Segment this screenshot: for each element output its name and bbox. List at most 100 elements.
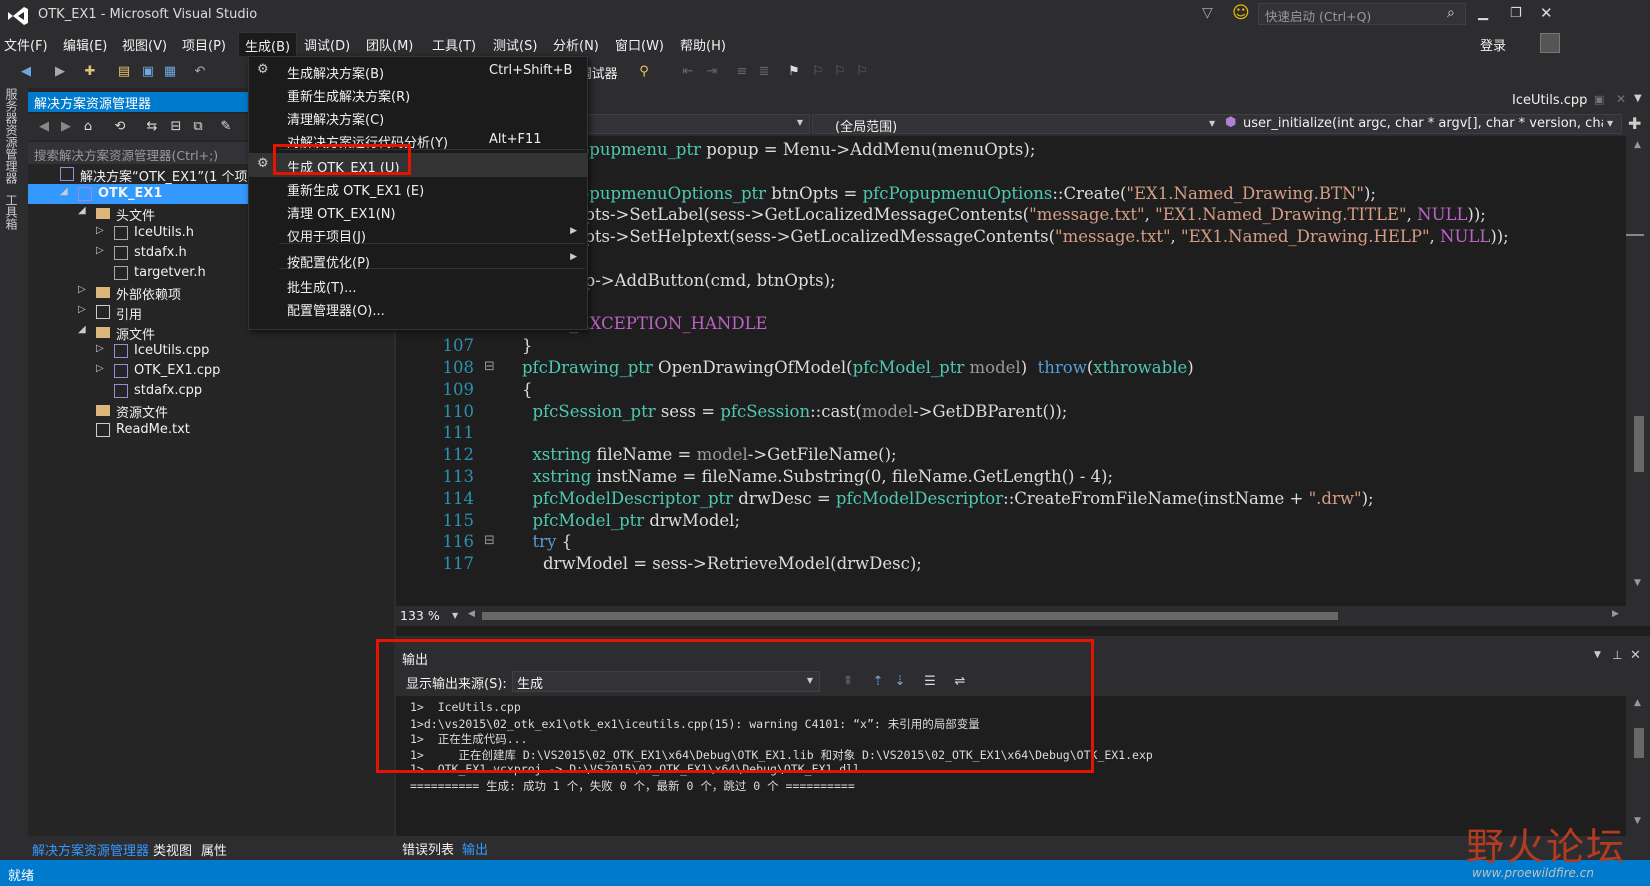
next-bookmark-icon[interactable]: ⚐ — [832, 64, 848, 80]
panel-pin-icon[interactable]: ⊥ — [1612, 648, 1622, 662]
close-button[interactable]: ✕ — [1540, 4, 1553, 22]
tab-output[interactable]: 输出 — [462, 839, 488, 858]
properties-wrench-icon[interactable]: ✎ — [218, 119, 234, 135]
uncomment-icon[interactable]: ≣ — [756, 64, 772, 80]
menu-analyze[interactable]: 分析(N) — [553, 35, 599, 54]
output-scrollbar[interactable]: ▲ ▼ — [1626, 696, 1650, 836]
prev-bookmark-icon[interactable]: ⚐ — [810, 64, 826, 80]
save-icon[interactable]: ▣ — [140, 64, 156, 80]
menu-debug[interactable]: 调试(D) — [304, 35, 350, 54]
menu-file[interactable]: 文件(F) — [4, 35, 48, 54]
quick-launch-input[interactable]: 快速启动 (Ctrl+Q) ⌕ — [1258, 3, 1466, 25]
server-explorer-tab[interactable]: 服务器资源管理器 — [4, 88, 20, 184]
tree-item[interactable]: ReadMe.txt — [28, 420, 394, 440]
tab-solution-explorer[interactable]: 解决方案资源管理器 — [32, 840, 149, 859]
code-line[interactable]: 110 pfcSession_ptr sess = pfcSession::ca… — [396, 402, 1626, 425]
tab-class-view[interactable]: 类视图 — [153, 840, 192, 859]
build-menu-item[interactable]: 生成解决方案(B) Ctrl+Shift+B ⚙ — [249, 59, 587, 83]
menu-team[interactable]: 团队(M) — [366, 35, 413, 54]
scope-dropdown[interactable]: (全局范围) ▼ ⬢ user_initialize(int argc, cha… — [812, 114, 1622, 134]
feedback-smiley-icon[interactable]: ☺ — [1232, 3, 1250, 23]
search-icon[interactable]: ⌕ — [1447, 5, 1455, 21]
horizontal-scroll-thumb[interactable] — [482, 612, 1338, 620]
scroll-right-icon[interactable]: ▶ — [1612, 609, 1619, 619]
panel-close-icon[interactable]: ✕ — [1630, 648, 1641, 663]
scroll-down-icon[interactable]: ▼ — [1634, 578, 1641, 588]
code-line[interactable]: 108 pfcDrawing_ptr OpenDrawingOfModel(pfc… — [396, 358, 1626, 381]
build-menu-item[interactable]: 配置管理器(O)... — [249, 296, 587, 320]
save-all-icon[interactable]: ▦ — [162, 64, 178, 80]
code-line[interactable]: 109 { — [396, 380, 1626, 403]
tree-item[interactable]: stdafx.cpp — [28, 381, 394, 401]
output-scroll-thumb[interactable] — [1634, 728, 1644, 758]
navigate-back-icon[interactable]: ◀ — [18, 64, 34, 80]
filter-icon[interactable]: ▽ — [1202, 5, 1213, 21]
code-line[interactable]: 114 pfcModelDescriptor_ptr drwDesc = pfc… — [396, 489, 1626, 512]
project-dropdown[interactable]: ▼ — [580, 114, 810, 134]
find-in-files-icon[interactable]: ⚲ — [636, 64, 652, 80]
menu-help[interactable]: 帮助(H) — [680, 35, 726, 54]
panel-menu-icon[interactable]: ▼ — [1594, 650, 1601, 660]
collapse-all-icon[interactable]: ⊟ — [168, 119, 184, 135]
menu-edit[interactable]: 编辑(E) — [63, 35, 107, 54]
tree-item[interactable]: ▷ OTK_EX1.cpp — [28, 361, 394, 381]
pending-changes-icon[interactable]: ⟲ — [112, 119, 128, 135]
build-menu-item[interactable]: 批生成(T)... — [249, 273, 587, 297]
open-file-icon[interactable]: ▤ — [116, 64, 132, 80]
expand-arrow-icon[interactable]: ◢ — [78, 205, 86, 216]
menu-window[interactable]: 窗口(W) — [615, 35, 664, 54]
back-icon[interactable]: ◀ — [36, 119, 52, 135]
build-menu-item[interactable]: 清理 OTK_EX1(N) — [249, 199, 587, 223]
build-menu-item[interactable]: 清理解决方案(C) — [249, 105, 587, 129]
bookmark-icon[interactable]: ⚑ — [786, 64, 802, 80]
forward-icon[interactable]: ▶ — [58, 119, 74, 135]
tree-item[interactable]: 资源文件 — [28, 400, 394, 421]
editor-vertical-scrollbar[interactable]: ▲ ▼ — [1626, 136, 1650, 606]
expand-arrow-icon[interactable]: ◢ — [60, 186, 68, 197]
build-menu-item[interactable]: 按配置优化(P) ▶ — [249, 248, 587, 272]
expand-arrow-icon[interactable]: ▷ — [78, 304, 86, 315]
code-line[interactable]: 115 pfcModel_ptr drwModel; — [396, 511, 1626, 534]
menu-view[interactable]: 视图(V) — [122, 35, 167, 54]
expand-arrow-icon[interactable]: ▷ — [96, 225, 104, 236]
toolbox-tab[interactable]: 工具箱 — [4, 194, 20, 230]
login-link[interactable]: 登录 — [1480, 35, 1506, 54]
tree-item[interactable]: ▷ IceUtils.cpp — [28, 341, 394, 361]
build-menu-item[interactable]: 仅用于项目(J) ▶ — [249, 222, 587, 246]
code-line[interactable]: 113 xstring instName = fileName.Substrin… — [396, 467, 1626, 490]
code-line[interactable]: 107} — [396, 336, 1626, 359]
zoom-dropdown-icon[interactable]: ▼ — [452, 611, 458, 620]
scroll-thumb[interactable] — [1634, 416, 1644, 472]
expand-arrow-icon[interactable]: ▷ — [78, 284, 86, 295]
output-scroll-up-icon[interactable]: ▲ — [1634, 698, 1641, 708]
sync-icon[interactable]: ⇆ — [144, 119, 160, 135]
expand-arrow-icon[interactable]: ▷ — [96, 343, 104, 354]
menu-build[interactable]: 生成(B) — [238, 32, 298, 56]
build-menu-item[interactable]: 重新生成 OTK_EX1 (E) — [249, 176, 587, 200]
menu-project[interactable]: 项目(P) — [182, 35, 226, 54]
fold-toggle-icon[interactable]: ⊟ — [484, 359, 495, 374]
clear-bookmarks-icon[interactable]: ⚐ — [854, 64, 870, 80]
home-icon[interactable]: ⌂ — [80, 119, 96, 135]
expand-arrow-icon[interactable]: ◢ — [78, 324, 86, 335]
expand-arrow-icon[interactable]: ▷ — [96, 363, 104, 374]
expand-arrow-icon[interactable]: ▷ — [96, 245, 104, 256]
scroll-left-icon[interactable]: ◀ — [468, 609, 475, 619]
fold-toggle-icon[interactable]: ⊟ — [484, 533, 495, 548]
indent-icon[interactable]: ⇤ — [680, 64, 696, 80]
split-editor-icon[interactable]: ✚ — [1628, 114, 1641, 133]
code-line[interactable]: 117 drwModel = sess->RetrieveModel(drwDe… — [396, 554, 1626, 577]
tab-list-dropdown-icon[interactable]: ▼ — [1634, 93, 1642, 104]
account-avatar-icon[interactable] — [1540, 33, 1560, 53]
build-menu-item[interactable]: 重新生成解决方案(R) — [249, 82, 587, 106]
comment-icon[interactable]: ≡ — [734, 64, 750, 80]
show-all-files-icon[interactable]: ⧉ — [190, 119, 206, 135]
menu-test[interactable]: 测试(S) — [493, 35, 537, 54]
code-line[interactable]: 116 try { — [396, 532, 1626, 555]
tab-iceutils-cpp[interactable]: IceUtils.cpp — [1512, 93, 1587, 108]
code-line[interactable]: 111 — [396, 423, 1626, 446]
tab-error-list[interactable]: 错误列表 — [402, 839, 454, 858]
close-tab-icon[interactable]: ✕ — [1616, 92, 1626, 106]
pin-icon[interactable]: ▣ — [1594, 93, 1604, 106]
undo-icon[interactable]: ↶ — [192, 64, 208, 80]
